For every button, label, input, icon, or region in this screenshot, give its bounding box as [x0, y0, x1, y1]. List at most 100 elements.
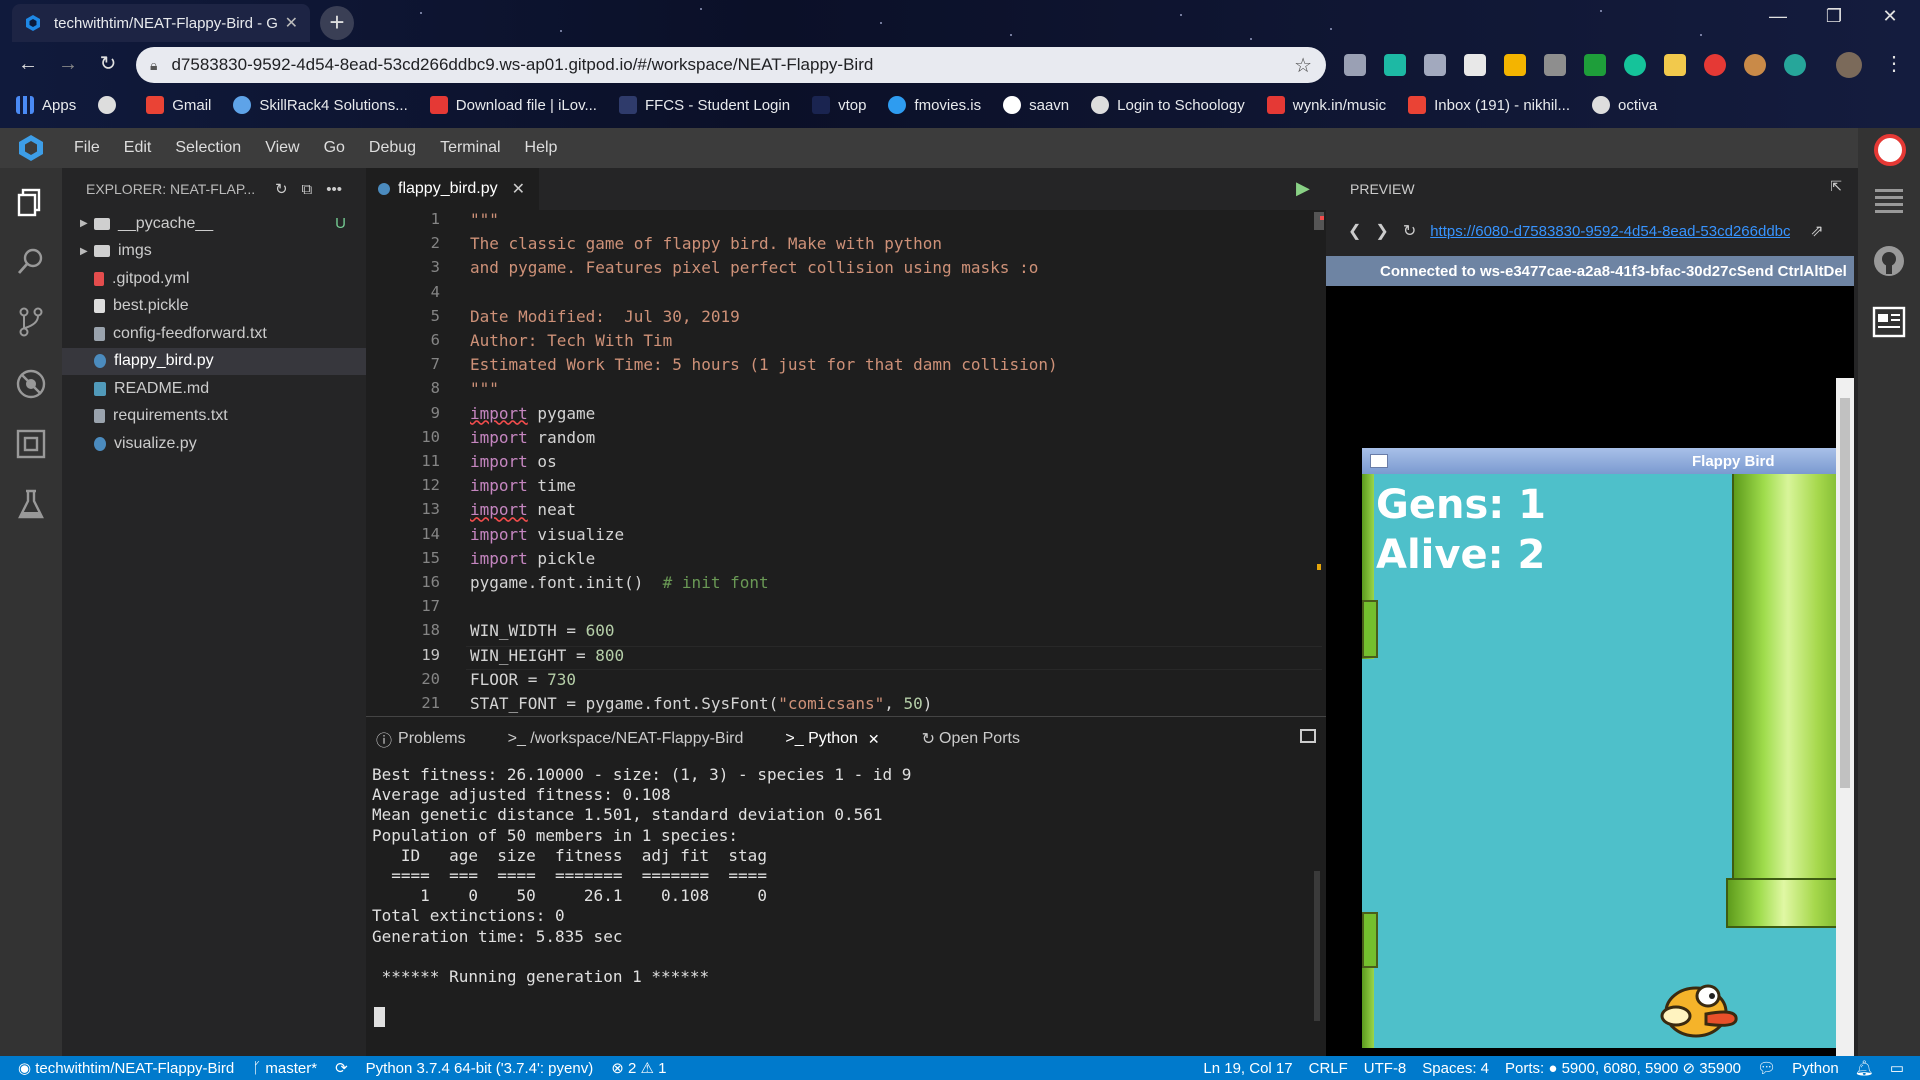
code-line[interactable]: WIN_HEIGHT = 800	[470, 646, 624, 665]
file-tree-item-selected[interactable]: flappy_bird.py	[62, 347, 366, 375]
extension-icon[interactable]	[1424, 54, 1446, 76]
preview-frame[interactable]: Connected to ws-e3477cae-a2a8-41f3-bfac-…	[1326, 256, 1854, 1056]
reload-icon[interactable]: ↻	[94, 50, 122, 78]
bookmark-inbox[interactable]: Inbox (191) - nikhil...	[1408, 96, 1570, 114]
preview-vertical-scrollbar[interactable]	[1836, 378, 1854, 1056]
tab-open-ports[interactable]: ↻ Open Ports	[922, 729, 1020, 749]
browser-menu-icon[interactable]: ⋮	[1880, 50, 1908, 78]
drive-icon[interactable]	[1504, 54, 1526, 76]
bookmark-star-icon[interactable]: ☆	[1294, 53, 1312, 78]
extension-icon[interactable]	[1544, 54, 1566, 76]
preview-open-icon[interactable]: ⇗	[1810, 221, 1823, 241]
close-terminal-icon[interactable]: ✕	[868, 731, 880, 748]
file-tree-item[interactable]: visualize.py	[62, 430, 366, 458]
bookmark-globe[interactable]	[98, 96, 124, 114]
file-tree-item[interactable]: ▶ __pycache__ U	[62, 210, 366, 238]
window-menu-icon[interactable]	[1370, 454, 1388, 468]
code-line[interactable]: STAT_FONT = pygame.font.SysFont("comicsa…	[470, 694, 932, 713]
game-canvas[interactable]: Gens: 1 Alive: 2	[1362, 474, 1854, 1048]
layout-icon[interactable]: ▭	[1890, 1059, 1904, 1077]
collapse-all-icon[interactable]: ⧉	[302, 181, 313, 198]
open-external-icon[interactable]: ⇱	[1830, 178, 1842, 195]
menu-view[interactable]: View	[265, 139, 299, 157]
extension-icon[interactable]	[1464, 54, 1486, 76]
extension-icon[interactable]	[1344, 54, 1366, 76]
status-repo[interactable]: ◉ techwithtim/NEAT-Flappy-Bird	[18, 1059, 234, 1077]
menu-help[interactable]: Help	[525, 139, 558, 157]
code-line[interactable]: import neat	[470, 500, 576, 519]
code-line[interactable]: and pygame. Features pixel perfect colli…	[470, 258, 1038, 277]
code-line[interactable]: FLOOR = 730	[470, 670, 576, 689]
bookmark-skillrack[interactable]: SkillRack4 Solutions...	[233, 96, 408, 114]
menu-go[interactable]: Go	[324, 139, 345, 157]
status-problems[interactable]: ⊗ 2 ⚠ 1	[611, 1059, 666, 1077]
terminal-output[interactable]: Best fitness: 26.10000 - size: (1, 3) - …	[372, 765, 911, 987]
status-eol[interactable]: CRLF	[1309, 1060, 1348, 1077]
code-line[interactable]: import pygame	[470, 404, 595, 423]
refresh-icon[interactable]: ↻	[275, 180, 288, 198]
forward-icon[interactable]: →	[54, 50, 82, 78]
tab-workspace-terminal[interactable]: >_ /workspace/NEAT-Flappy-Bird	[508, 730, 744, 748]
file-tree-item[interactable]: requirements.txt	[62, 403, 366, 431]
bookmark-vtop[interactable]: vtop	[812, 96, 866, 114]
extensions-icon[interactable]	[13, 426, 49, 462]
feedback-icon[interactable]: 💬︎	[1757, 1059, 1776, 1077]
code-line[interactable]: Date Modified: Jul 30, 2019	[470, 307, 740, 326]
code-line[interactable]: pygame.font.init() # init font	[470, 573, 769, 592]
code-line[interactable]: import pickle	[470, 549, 595, 568]
menu-terminal[interactable]: Terminal	[440, 139, 500, 157]
github-icon[interactable]	[1872, 244, 1906, 278]
code-area[interactable]: 1 """ 2 The classic game of flappy bird. Ma…	[366, 210, 1326, 716]
minimize-icon[interactable]: —	[1758, 6, 1798, 27]
explorer-files-icon[interactable]	[13, 184, 49, 220]
preview-url-link[interactable]: https://6080-d7583830-9592-4d54-8ead-53c…	[1430, 223, 1790, 240]
profile-avatar[interactable]	[1836, 52, 1862, 78]
editor-tab[interactable]: flappy_bird.py ✕	[366, 168, 540, 210]
code-line[interactable]: """	[470, 210, 499, 229]
status-cursor-position[interactable]: Ln 19, Col 17	[1203, 1060, 1292, 1077]
status-ports[interactable]: Ports: ● 5900, 6080, 5900 ⊘ 35900	[1505, 1059, 1741, 1077]
sync-icon[interactable]: ⟳	[335, 1059, 348, 1077]
extension-icon[interactable]	[1704, 54, 1726, 76]
tab-python-terminal[interactable]: >_ Python ✕	[785, 730, 879, 748]
menu-debug[interactable]: Debug	[369, 139, 416, 157]
close-tab-icon[interactable]: ✕	[512, 179, 525, 199]
code-line[interactable]: import time	[470, 476, 576, 495]
user-avatar[interactable]	[1874, 134, 1906, 166]
preview-reload-icon[interactable]: ↻	[1403, 221, 1416, 241]
code-line[interactable]: Author: Tech With Tim	[470, 331, 672, 350]
code-line[interactable]: """	[470, 379, 499, 398]
bookmark-ilovepdf[interactable]: Download file | iLov...	[429, 96, 597, 114]
menu-edit[interactable]: Edit	[124, 139, 152, 157]
menu-file[interactable]: File	[74, 139, 100, 157]
extension-icon[interactable]	[1584, 54, 1606, 76]
new-tab-button[interactable]: +	[320, 6, 354, 40]
status-branch[interactable]: ᚴ master*	[252, 1060, 317, 1077]
debug-icon[interactable]	[13, 366, 49, 402]
test-flask-icon[interactable]	[13, 486, 49, 522]
grammarly-icon[interactable]	[1624, 54, 1646, 76]
code-line[interactable]: import os	[470, 452, 557, 471]
address-bar[interactable]: 🔒︎ d7583830-9592-4d54-8ead-53cd266ddbc9.…	[136, 47, 1326, 83]
run-play-icon[interactable]: ▶	[1296, 178, 1310, 199]
code-line[interactable]: import random	[470, 428, 595, 447]
bookmark-ffcs[interactable]: FFCS - Student Login	[618, 96, 790, 114]
maximize-icon[interactable]: ❐	[1814, 6, 1854, 27]
terminal-scrollbar[interactable]	[1314, 871, 1320, 1021]
bookmark-wynk[interactable]: wynk.in/music	[1266, 96, 1386, 114]
bookmark-fmovies[interactable]: fmovies.is	[888, 96, 981, 114]
file-tree-item[interactable]: ▶ imgs	[62, 238, 366, 266]
code-line[interactable]: import visualize	[470, 525, 624, 544]
file-tree-item[interactable]: best.pickle	[62, 293, 366, 321]
browser-tab[interactable]: techwithtim/NEAT-Flappy-Bird - Gitpod ✕	[12, 4, 310, 42]
status-encoding[interactable]: UTF-8	[1364, 1060, 1407, 1077]
status-indentation[interactable]: Spaces: 4	[1422, 1060, 1489, 1077]
code-line[interactable]: WIN_WIDTH = 600	[470, 621, 615, 640]
preview-forward-icon[interactable]: ❯	[1375, 221, 1388, 241]
file-tree-item[interactable]: README.md	[62, 375, 366, 403]
tab-problems[interactable]: ⓘ Problems	[376, 727, 466, 751]
extension-icon[interactable]	[1384, 54, 1406, 76]
code-line[interactable]: The classic game of flappy bird. Make wi…	[470, 234, 942, 253]
extension-icon[interactable]	[1784, 54, 1806, 76]
code-line[interactable]: Estimated Work Time: 5 hours (1 just for…	[470, 355, 1058, 374]
